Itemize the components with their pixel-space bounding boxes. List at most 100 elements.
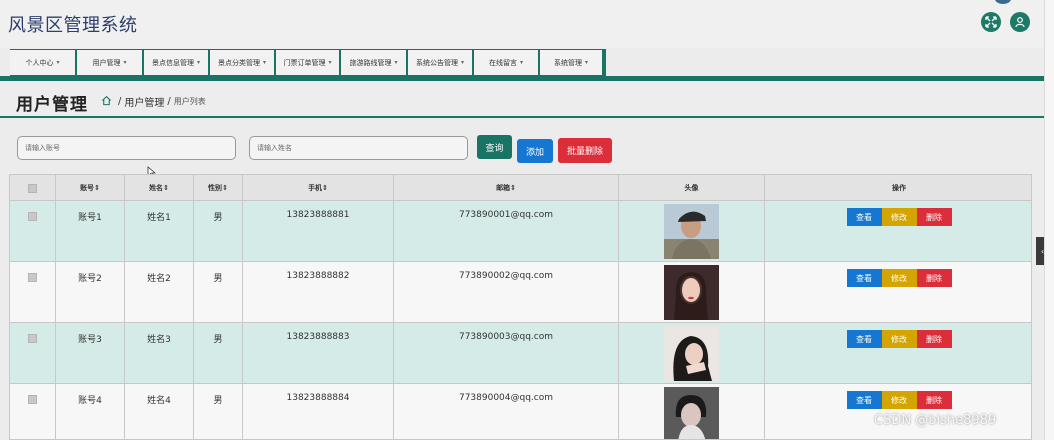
menu-item-ticket-orders[interactable]: 门票订单管理 ▾ [276, 50, 341, 75]
caret-down-icon: ▾ [123, 59, 127, 66]
cell-account: 账号2 [56, 262, 125, 323]
cell-gender: 男 [194, 201, 243, 262]
cell-name: 姓名4 [125, 384, 194, 439]
cell-account: 账号4 [56, 384, 125, 439]
column-label: 性别 [208, 184, 223, 192]
avatar-image[interactable] [664, 265, 719, 320]
row-select-cell [10, 201, 56, 262]
sort-icon: ⇕ [163, 184, 169, 192]
cell-name: 姓名1 [125, 201, 194, 262]
menu-bar-filler [606, 49, 1044, 76]
delete-button[interactable]: 删除 [916, 330, 952, 348]
row-checkbox[interactable] [28, 395, 37, 404]
avatar-image[interactable] [664, 204, 719, 259]
caret-down-icon: ▾ [56, 59, 60, 66]
caret-down-icon: ▾ [262, 59, 266, 66]
breadcrumb-section[interactable]: 用户管理 [124, 94, 164, 109]
edit-button[interactable]: 修改 [881, 269, 917, 287]
top-bar: 风景区管理系统 [0, 0, 1044, 48]
menu-item-label: 景点分类管理 [217, 58, 260, 67]
column-label: 姓名 [149, 184, 164, 192]
caret-down-icon: ▾ [328, 59, 332, 66]
table-row: 账号4 姓名4 男 13823888884 773890004@qq.com 查… [10, 384, 1031, 440]
user-icon[interactable] [1010, 12, 1030, 32]
batch-delete-button[interactable]: 批量删除 [558, 138, 612, 163]
add-button[interactable]: 添加 [517, 139, 553, 163]
menu-item-personal-center[interactable]: 个人中心 ▾ [10, 50, 77, 75]
menu-item-label: 景点信息管理 [151, 58, 194, 67]
home-icon[interactable] [101, 95, 112, 109]
menu-item-system-management[interactable]: 系统管理 ▾ [540, 50, 604, 75]
menu-item-label: 门票订单管理 [283, 58, 326, 67]
watermark: CSDN @bishe8989 [874, 413, 997, 428]
menu-item-messages[interactable]: 在线留言 ▾ [474, 50, 540, 75]
view-button[interactable]: 查看 [846, 269, 882, 287]
menu-item-scenic-category[interactable]: 景点分类管理 ▾ [210, 50, 276, 75]
row-select-cell [10, 262, 56, 323]
caret-down-icon: ▾ [394, 59, 398, 66]
breadcrumb-separator: / [167, 96, 171, 107]
caret-down-icon: ▾ [196, 59, 200, 66]
column-header-name[interactable]: 姓名 ⇕ [125, 175, 194, 201]
cell-avatar [619, 323, 765, 384]
user-table: 账号 ⇕ 姓名 ⇕ 性别 ⇕ 手机 ⇕ 邮箱 ⇕ 头像 操作 账号1 姓名1 男 1382… [9, 174, 1032, 440]
name-search-input[interactable]: 请输入姓名 [249, 136, 468, 160]
caret-down-icon: ▾ [519, 59, 523, 66]
delete-button[interactable]: 删除 [916, 269, 952, 287]
cell-account: 账号3 [56, 323, 125, 384]
breadcrumb-separator: / [118, 96, 122, 107]
row-checkbox[interactable] [28, 273, 37, 282]
avatar-image[interactable] [664, 326, 719, 381]
cell-email: 773890002@qq.com [394, 262, 619, 323]
view-button[interactable]: 查看 [846, 330, 882, 348]
cell-phone: 13823888883 [243, 323, 394, 384]
menu-item-scenic-info[interactable]: 景点信息管理 ▾ [144, 50, 210, 75]
breadcrumb: / 用户管理 / 用户列表 [101, 94, 206, 109]
column-label: 操作 [892, 184, 906, 192]
column-header-phone[interactable]: 手机 ⇕ [243, 175, 394, 201]
cell-email: 773890001@qq.com [394, 201, 619, 262]
fullscreen-icon[interactable] [981, 12, 1001, 32]
table-row: 账号3 姓名3 男 13823888883 773890003@qq.com 查… [10, 323, 1031, 384]
column-header-email[interactable]: 邮箱 ⇕ [394, 175, 619, 201]
menu-item-user-management[interactable]: 用户管理 ▾ [77, 50, 144, 75]
menu-item-travel-routes[interactable]: 旅游路线管理 ▾ [341, 50, 408, 75]
view-button[interactable]: 查看 [846, 208, 882, 226]
caret-down-icon: ▾ [460, 59, 464, 66]
view-button[interactable]: 查看 [846, 391, 882, 409]
edit-button[interactable]: 修改 [881, 330, 917, 348]
delete-button[interactable]: 删除 [916, 391, 952, 409]
table-row: 账号1 姓名1 男 13823888881 773890001@qq.com 查… [10, 201, 1031, 262]
column-header-account[interactable]: 账号 ⇕ [56, 175, 125, 201]
cell-account: 账号1 [56, 201, 125, 262]
cell-phone: 13823888881 [243, 201, 394, 262]
row-checkbox[interactable] [28, 212, 37, 221]
table-row: 账号2 姓名2 男 13823888882 773890002@qq.com 查… [10, 262, 1031, 323]
cell-gender: 男 [194, 262, 243, 323]
cell-gender: 男 [194, 384, 243, 439]
cell-avatar [619, 201, 765, 262]
cell-email: 773890003@qq.com [394, 323, 619, 384]
delete-button[interactable]: 删除 [916, 208, 952, 226]
menu-item-label: 系统公告管理 [415, 58, 458, 67]
edit-button[interactable]: 修改 [881, 208, 917, 226]
cell-name: 姓名2 [125, 262, 194, 323]
menu-item-announcements[interactable]: 系统公告管理 ▾ [408, 50, 474, 75]
select-all-checkbox[interactable] [28, 183, 37, 193]
page-scrollbar[interactable] [1044, 0, 1054, 440]
column-label: 头像 [684, 184, 699, 192]
menu-item-label: 系统管理 [553, 58, 582, 67]
page-title: 用户管理 [16, 95, 88, 115]
row-select-cell [10, 323, 56, 384]
menu-item-label: 个人中心 [25, 58, 54, 67]
row-select-cell [10, 384, 56, 439]
page-header: 用户管理 / 用户管理 / 用户列表 [0, 81, 1044, 118]
edit-button[interactable]: 修改 [881, 391, 917, 409]
query-button[interactable]: 查询 [477, 135, 512, 159]
column-header-gender[interactable]: 性别 ⇕ [194, 175, 243, 201]
main-menu-bar: 个人中心 ▾ 用户管理 ▾ 景点信息管理 ▾ 景点分类管理 ▾ 门票订单管理 ▾ 旅游路线… [10, 49, 606, 76]
account-search-input[interactable]: 请输入账号 [17, 136, 236, 160]
avatar-image[interactable] [664, 387, 719, 440]
row-checkbox[interactable] [28, 334, 37, 343]
column-label: 手机 [308, 184, 323, 192]
